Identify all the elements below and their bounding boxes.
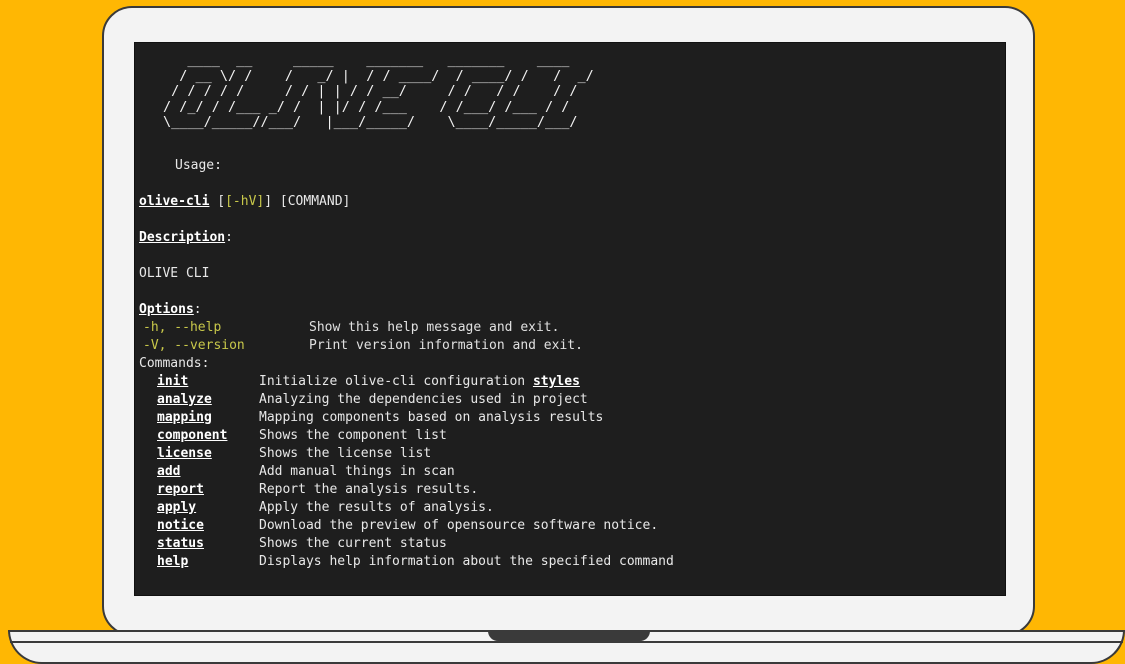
command-row-apply: apply Apply the results of analysis. (157, 499, 494, 517)
description-heading: Description: (139, 230, 233, 245)
command-name: license (157, 446, 212, 461)
command-name: analyze (157, 392, 212, 407)
command-name: mapping (157, 410, 212, 425)
program-name: olive-cli (139, 194, 210, 209)
command-desc: Add manual things in scan (259, 464, 455, 479)
option-desc: Show this help message and exit. (309, 320, 560, 335)
command-row-analyze: analyze Analyzing the dependencies used i… (157, 391, 588, 409)
usage-flags: [-hV] (225, 194, 265, 209)
command-desc: Shows the current status (259, 536, 447, 551)
command-row-component: component Shows the component list (157, 427, 447, 445)
options-label: Options (139, 302, 194, 317)
usage-line: olive-cli [[-hV]] [COMMAND] (139, 193, 350, 211)
option-row-version: -V, --version Print version information a… (143, 337, 583, 355)
command-name: report (157, 482, 204, 497)
command-name: component (157, 428, 228, 443)
command-name: init (157, 374, 189, 389)
command-desc: Shows the component list (259, 428, 447, 443)
laptop-notch (488, 630, 650, 641)
command-desc: Displays help information about the spec… (259, 554, 674, 569)
option-row-help: -h, --help Show this help message and exi… (143, 319, 559, 337)
command-desc-link: styles (532, 374, 580, 389)
option-flag: -V, --version (143, 338, 245, 353)
option-desc: Print version information and exit. (309, 338, 583, 353)
command-row-report: report Report the analysis results. (157, 481, 478, 499)
option-flag: -h, --help (143, 320, 222, 335)
command-row-add: add Add manual things in scan (157, 463, 455, 481)
description-label: Description (139, 230, 226, 245)
command-row-status: status Shows the current status (157, 535, 447, 553)
command-name: help (157, 554, 189, 569)
command-desc: Initialize olive-cli configuration (259, 374, 533, 389)
command-row-mapping: mapping Mapping components based on analy… (157, 409, 603, 427)
command-desc: Shows the license list (259, 446, 432, 461)
usage-label: Usage: (175, 158, 222, 173)
command-desc: Report the analysis results. (259, 482, 479, 497)
command-name: notice (157, 518, 204, 533)
command-desc: Apply the results of analysis. (259, 500, 494, 515)
options-heading: Options: (139, 302, 202, 317)
terminal-window[interactable]: ____ __ _____ _______ _______ ____ / __ … (134, 42, 1006, 596)
command-row-help: help Displays help information about the … (157, 553, 674, 571)
command-desc: Download the preview of opensource softw… (259, 518, 659, 533)
usage-command: [COMMAND] (279, 194, 351, 209)
command-desc: Analyzing the dependencies used in proje… (259, 392, 588, 407)
command-name: add (157, 464, 181, 479)
command-row-init: init Initialize olive-cli configuration s… (157, 373, 580, 391)
command-name: status (157, 536, 204, 551)
command-row-notice: notice Download the preview of opensource… (157, 517, 658, 535)
terminal-output: ____ __ _____ _______ _______ ____ / __ … (139, 52, 1005, 595)
command-desc: Mapping components based on analysis res… (259, 410, 604, 425)
command-row-license: license Shows the license list (157, 445, 431, 463)
commands-heading: Commands: (139, 356, 210, 371)
description-text: OLIVE CLI (139, 266, 210, 281)
usage-flags-wrap: [[-hV]] (217, 194, 273, 209)
command-name: apply (157, 500, 197, 515)
ascii-banner: ____ __ _____ _______ _______ ____ / __ … (163, 52, 594, 130)
